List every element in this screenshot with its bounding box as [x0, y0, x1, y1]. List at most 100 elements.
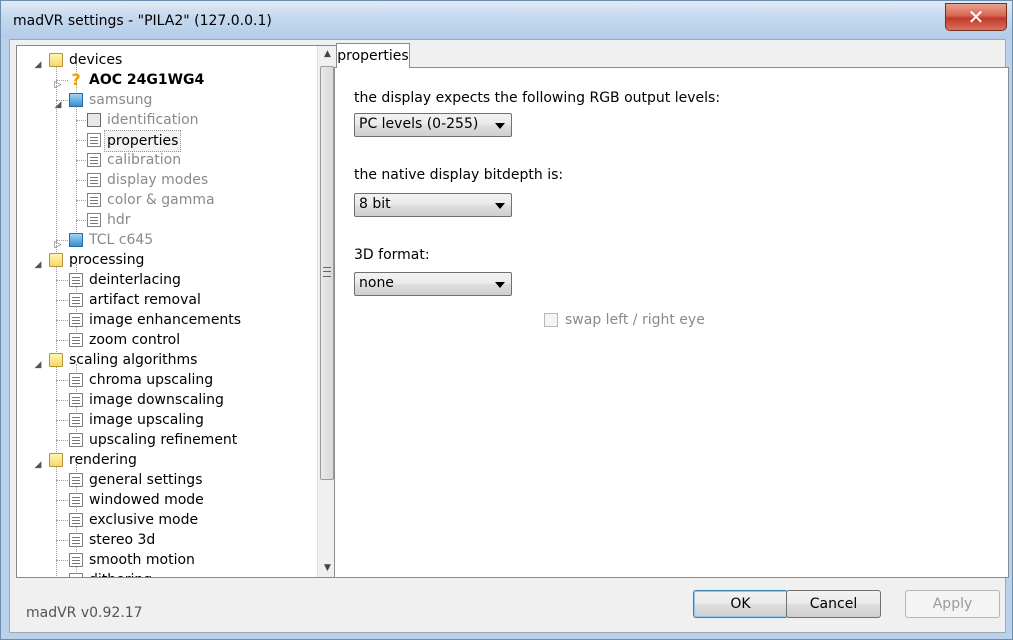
tree-item-chroma-upscaling[interactable]: chroma upscaling [17, 370, 315, 390]
page-icon [69, 473, 83, 487]
folder-icon [49, 253, 63, 267]
page-icon [69, 413, 83, 427]
close-icon: ✕ [967, 5, 985, 29]
page-icon [69, 553, 83, 567]
page-icon [69, 433, 83, 447]
tree-item-identification[interactable]: identification [17, 110, 315, 130]
tree-item-deinterlacing[interactable]: deinterlacing [17, 270, 315, 290]
chevron-down-icon [495, 282, 505, 288]
page-icon [69, 273, 83, 287]
tree-item-tcl-c645[interactable]: ▷ TCL c645 [17, 230, 315, 250]
tree-item-label: devices [69, 52, 123, 68]
scroll-thumb[interactable] [320, 66, 334, 480]
page-icon [69, 293, 83, 307]
page-icon [69, 573, 83, 577]
tree-item-devices[interactable]: ◢ devices [17, 50, 315, 70]
tree-item-display-modes[interactable]: display modes [17, 170, 315, 190]
folder-icon [49, 453, 63, 467]
monitor-icon [69, 93, 83, 107]
properties-panel: the display expects the following RGB ou… [334, 67, 1009, 578]
tree-item-label: calibration [107, 152, 182, 168]
tree-item-label: samsung [89, 92, 153, 108]
tree-item-color-gamma[interactable]: color & gamma [17, 190, 315, 210]
settings-window: madVR settings - "PILA2" (127.0.0.1) ✕ ◢… [0, 0, 1013, 640]
format3d-dropdown[interactable]: none [354, 272, 512, 296]
version-label: madVR v0.92.17 [26, 605, 143, 621]
folder-icon [49, 53, 63, 67]
id-card-icon [87, 113, 101, 127]
chevron-down-icon [495, 123, 505, 129]
rgb-levels-dropdown[interactable]: PC levels (0-255) [354, 113, 512, 137]
tab-properties[interactable]: properties [336, 43, 410, 68]
tree-item-label: deinterlacing [89, 272, 181, 288]
apply-button[interactable]: Apply [905, 590, 1000, 618]
tree-item-upscaling-refinement[interactable]: upscaling refinement [17, 430, 315, 450]
tree-item-label: windowed mode [89, 492, 204, 508]
page-icon [87, 173, 101, 187]
tree-item-general-settings[interactable]: general settings [17, 470, 315, 490]
tree-item-processing[interactable]: ◢ processing [17, 250, 315, 270]
tree-item-image-enhancements[interactable]: image enhancements [17, 310, 315, 330]
question-icon: ? [71, 70, 81, 89]
tree-item-exclusive-mode[interactable]: exclusive mode [17, 510, 315, 530]
page-icon [87, 133, 101, 147]
tree-item-label: image upscaling [89, 412, 204, 428]
settings-tree: ◢ devices ▷? AOC 24G1WG4 ◢ samsung identificat… [16, 45, 337, 578]
tree-item-label: general settings [89, 472, 203, 488]
tree-item-scaling-algorithms[interactable]: ◢ scaling algorithms [17, 350, 315, 370]
tree-item-samsung[interactable]: ◢ samsung [17, 90, 315, 110]
tree-item-label: stereo 3d [89, 532, 156, 548]
tree-item-stereo-3d[interactable]: stereo 3d [17, 530, 315, 550]
tree-item-image-downscaling[interactable]: image downscaling [17, 390, 315, 410]
tree-item-label: properties [104, 130, 182, 152]
tree-item-label: TCL c645 [89, 232, 154, 248]
tree-item-label: image downscaling [89, 392, 224, 408]
chevron-down-icon [495, 203, 505, 209]
window-title: madVR settings - "PILA2" (127.0.0.1) [13, 13, 272, 29]
dialog-body: ◢ devices ▷? AOC 24G1WG4 ◢ samsung identificat… [9, 39, 1009, 633]
tree-item-label: zoom control [89, 332, 181, 348]
ok-button[interactable]: OK [693, 590, 788, 618]
bitdepth-label: the native display bitdepth is: [354, 167, 564, 183]
page-icon [87, 153, 101, 167]
page-icon [69, 513, 83, 527]
folder-icon [49, 353, 63, 367]
swap-eye-checkbox[interactable] [544, 313, 558, 327]
tree-item-label: rendering [69, 452, 137, 468]
tree-item-label: upscaling refinement [89, 432, 238, 448]
tree-item-label: display modes [107, 172, 209, 188]
close-button[interactable]: ✕ [945, 3, 1007, 31]
tree-item-label: processing [69, 252, 145, 268]
bitdepth-dropdown[interactable]: 8 bit [354, 193, 512, 217]
format3d-label: 3D format: [354, 247, 430, 263]
rgb-levels-value: PC levels (0-255) [359, 116, 479, 132]
tree-item-label: chroma upscaling [89, 372, 214, 388]
page-icon [69, 333, 83, 347]
tree-item-smooth-motion[interactable]: smooth motion [17, 550, 315, 570]
cancel-button[interactable]: Cancel [786, 590, 881, 618]
tree-item-label: smooth motion [89, 552, 195, 568]
tree-item-label: hdr [107, 212, 131, 228]
tree-item-aoc-24g1wg4[interactable]: ▷? AOC 24G1WG4 [17, 70, 315, 91]
tree-item-rendering[interactable]: ◢ rendering [17, 450, 315, 470]
tree-item-artifact-removal[interactable]: artifact removal [17, 290, 315, 310]
tree-item-windowed-mode[interactable]: windowed mode [17, 490, 315, 510]
tree-item-label: artifact removal [89, 292, 201, 308]
tree-item-zoom-control[interactable]: zoom control [17, 330, 315, 350]
tree-item-calibration[interactable]: calibration [17, 150, 315, 170]
page-icon [69, 493, 83, 507]
tree-item-image-upscaling[interactable]: image upscaling [17, 410, 315, 430]
tree-item-label: image enhancements [89, 312, 242, 328]
grip-icon [323, 267, 331, 277]
page-icon [69, 393, 83, 407]
tree-item-label: color & gamma [107, 192, 215, 208]
tree-item-dithering[interactable]: dithering [17, 570, 315, 577]
page-icon [69, 313, 83, 327]
monitor-icon [69, 233, 83, 247]
tree-item-label: identification [107, 112, 199, 128]
page-icon [69, 533, 83, 547]
tree-item-properties[interactable]: properties [17, 130, 315, 152]
tree-item-hdr[interactable]: hdr [17, 210, 315, 230]
scroll-up-arrow-icon[interactable]: ▲ [318, 46, 336, 63]
title-bar[interactable]: madVR settings - "PILA2" (127.0.0.1) ✕ [1, 1, 1012, 39]
